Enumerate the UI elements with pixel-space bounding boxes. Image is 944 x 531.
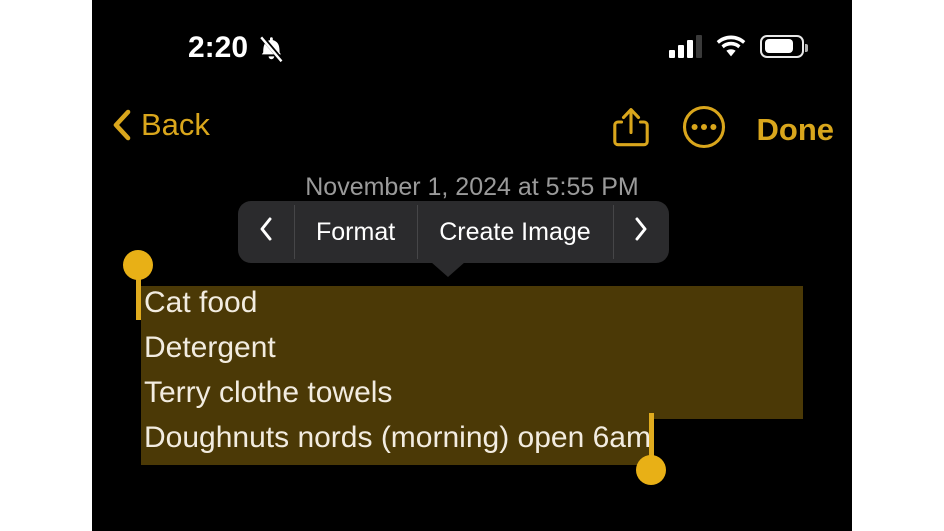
chevron-left-icon <box>112 109 132 141</box>
battery-icon <box>760 34 808 58</box>
phone-screen: 2:20 Back Done November 1, 2024 at 5:55 … <box>92 0 852 531</box>
note-line: Terry clothe towels <box>144 376 393 409</box>
note-line: Doughnuts nords (morning) open 6am <box>144 421 651 454</box>
context-menu-pointer-tail <box>431 262 465 277</box>
share-icon[interactable] <box>611 104 651 155</box>
navigation-bar-actions: Done <box>611 104 835 155</box>
context-menu-prev-button[interactable] <box>238 201 294 263</box>
context-menu-item-format[interactable]: Format <box>294 201 417 263</box>
navigation-bar: Back Done <box>92 92 852 170</box>
back-button-label: Back <box>141 107 210 142</box>
screenshot-canvas: 2:20 Back Done November 1, 2024 at 5:55 … <box>0 0 944 531</box>
chevron-left-icon <box>258 216 274 249</box>
cellular-signal-icon <box>669 34 702 58</box>
chevron-right-icon <box>633 216 649 249</box>
note-line: Detergent <box>144 331 276 364</box>
selection-handle-start[interactable] <box>123 250 153 320</box>
note-line: Cat food <box>144 286 258 319</box>
done-button[interactable]: Done <box>757 112 835 147</box>
selection-handle-end[interactable] <box>636 413 666 485</box>
note-text-lines: Cat food Detergent Terry clothe towels D… <box>144 280 844 460</box>
context-menu-next-button[interactable] <box>612 201 669 263</box>
back-button[interactable]: Back <box>112 108 210 142</box>
text-selection-context-menu: Format Create Image <box>238 201 669 263</box>
note-date: November 1, 2024 at 5:55 PM <box>305 173 639 201</box>
wifi-icon <box>716 34 746 58</box>
status-bar-right <box>669 34 808 58</box>
context-menu-item-create-image[interactable]: Create Image <box>417 201 612 263</box>
ellipsis-circle-icon[interactable] <box>681 104 727 155</box>
status-bar-left: 2:20 <box>188 32 284 64</box>
bell-slash-icon <box>258 33 284 63</box>
status-bar: 2:20 <box>92 0 852 92</box>
status-bar-clock: 2:20 <box>188 31 249 64</box>
